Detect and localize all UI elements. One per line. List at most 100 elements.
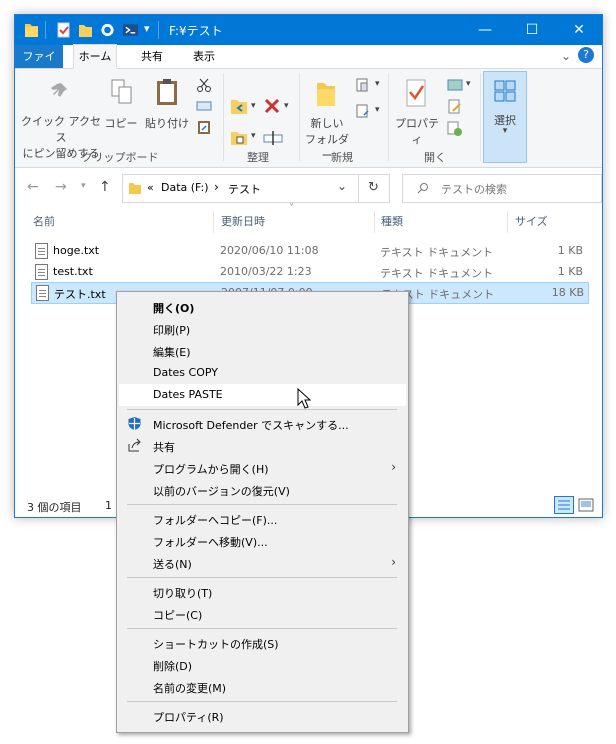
chevron-down-icon[interactable]: ⌄ (561, 49, 571, 63)
text-file-icon (35, 243, 48, 259)
quick-access-dropdown[interactable]: ▾ (144, 22, 150, 35)
up-arrow-icon[interactable]: ↑ (99, 179, 111, 195)
menu-item-label: 送る(N) (153, 558, 192, 571)
refresh-button[interactable]: ↻ (358, 174, 390, 203)
menu-item-move-to-folder[interactable]: フォルダーへ移動(V)... (119, 530, 406, 552)
maximize-button[interactable]: ☐ (509, 15, 555, 45)
tab-share[interactable]: 共有 (131, 45, 173, 68)
menu-item-print[interactable]: 印刷(P) (119, 318, 406, 340)
menu-item-label: 切り取り(T) (153, 587, 213, 600)
menu-item-open-with[interactable]: プログラムから開く(H) › (119, 457, 406, 479)
paste-shortcut-icon[interactable] (196, 119, 212, 135)
breadcrumb-drive[interactable]: Data (F:) (161, 181, 209, 194)
menu-item-share[interactable]: 共有 (119, 435, 406, 457)
details-view-icon[interactable] (554, 496, 574, 514)
menu-item-create-shortcut[interactable]: ショートカットの作成(S) (119, 632, 406, 654)
menu-item-send-to[interactable]: 送る(N) › (119, 552, 406, 574)
column-divider[interactable] (507, 211, 508, 233)
column-modified[interactable]: 更新日時 (221, 213, 265, 229)
menu-item-label: 共有 (153, 441, 175, 454)
minimize-button[interactable]: — (462, 15, 508, 45)
breadcrumb-folder[interactable]: テスト (228, 181, 261, 197)
copy-to-icon[interactable] (229, 129, 249, 147)
chevron-down-icon[interactable]: ▾ (251, 101, 256, 111)
open-icon[interactable] (447, 77, 465, 93)
copy-path-icon[interactable] (196, 99, 212, 113)
menu-item-restore-versions[interactable]: 以前のバージョンの復元(V) (119, 479, 406, 501)
text-file-icon (36, 285, 49, 301)
chevron-down-icon[interactable]: ▾ (284, 101, 289, 111)
tab-home[interactable]: ホーム (73, 44, 117, 69)
scissors-icon[interactable] (196, 77, 212, 93)
menu-separator (127, 504, 397, 505)
copy-icon (111, 79, 132, 104)
address-dropdown-icon[interactable]: ⌄ (337, 179, 347, 193)
menu-item-cut[interactable]: 切り取り(T) (119, 581, 406, 603)
menu-item-rename[interactable]: 名前の変更(M) (119, 676, 406, 698)
address-bar[interactable]: « Data (F:) › テスト ⌄ (122, 174, 359, 203)
search-placeholder: テストの検索 (441, 183, 507, 196)
tab-file[interactable]: ファイル (15, 45, 63, 86)
menu-item-label: コピー(C) (153, 609, 203, 622)
column-name[interactable]: 名前 (33, 213, 55, 229)
history-icon[interactable] (447, 121, 463, 137)
help-icon[interactable]: ? (578, 47, 594, 63)
new-folder-icon[interactable] (78, 22, 93, 38)
edit-icon[interactable] (447, 99, 463, 115)
properties-button[interactable]: プロパティ (392, 115, 442, 147)
menu-item-copy[interactable]: コピー(C) (119, 603, 406, 625)
chevron-down-icon: ▾ (502, 126, 508, 136)
chevron-down-icon[interactable]: ▾ (466, 79, 471, 89)
group-divider (223, 73, 224, 161)
copy-button[interactable]: コピー (103, 115, 139, 131)
table-row[interactable]: test.txt 2010/03/22 1:23 テキスト ドキュメント 1 K… (31, 262, 587, 282)
menu-item-label: 印刷(P) (153, 324, 191, 337)
folder-icon (129, 183, 141, 194)
properties-check-icon[interactable] (56, 22, 71, 38)
status-selected: 1 (105, 499, 112, 512)
group-open-label: 開く (424, 151, 446, 164)
sort-indicator-icon: ˅ (289, 203, 294, 214)
new-item-icon[interactable] (355, 77, 375, 95)
column-divider[interactable] (213, 211, 214, 233)
group-divider (299, 73, 300, 161)
menu-item-open[interactable]: 開く(O) (119, 296, 406, 318)
column-type[interactable]: 種類 (381, 213, 403, 229)
menu-separator (127, 577, 397, 578)
group-organize-label: 整理 (247, 151, 269, 164)
pin-icon (51, 83, 67, 97)
recent-dropdown-icon[interactable]: ▾ (81, 181, 86, 191)
table-row[interactable]: hoge.txt 2020/06/10 11:08 テキスト ドキュメント 1 … (31, 241, 587, 261)
chevron-down-icon[interactable]: ▾ (251, 131, 256, 141)
gear-icon[interactable] (100, 22, 115, 38)
menu-item-label: フォルダーへ移動(V)... (153, 536, 268, 549)
menu-item-dates-copy[interactable]: Dates COPY (119, 362, 406, 384)
powershell-icon[interactable] (123, 22, 138, 38)
tab-view[interactable]: 表示 (183, 45, 225, 68)
search-input[interactable]: テストの検索 (402, 174, 602, 203)
forward-arrow-icon[interactable]: → (55, 179, 67, 195)
menu-item-defender-scan[interactable]: Microsoft Defender でスキャンする... (119, 413, 406, 435)
paste-button[interactable]: 貼り付け (143, 115, 191, 131)
rename-icon[interactable] (263, 129, 283, 147)
delete-icon[interactable] (263, 97, 281, 115)
menu-item-edit[interactable]: 編集(E) (119, 340, 406, 362)
window-title: F:¥テスト (169, 24, 223, 38)
easy-access-icon[interactable] (355, 103, 375, 121)
group-divider (480, 73, 481, 161)
menu-item-dates-paste[interactable]: Dates PASTE (119, 384, 406, 406)
chevron-down-icon[interactable]: ▾ (375, 105, 380, 115)
column-size[interactable]: サイズ (515, 213, 548, 229)
select-button[interactable]: 選択 ▾ (483, 71, 527, 163)
group-new-label: 新規 (331, 151, 353, 164)
move-to-icon[interactable] (229, 97, 249, 117)
menu-item-copy-to-folder[interactable]: フォルダーへコピー(F)... (119, 508, 406, 530)
menu-item-delete[interactable]: 削除(D) (119, 654, 406, 676)
file-size: 1 KB (557, 265, 583, 278)
column-divider[interactable] (374, 211, 375, 233)
close-button[interactable]: ✕ (556, 15, 602, 45)
menu-item-properties[interactable]: プロパティ(R) (119, 705, 406, 727)
chevron-down-icon[interactable]: ▾ (375, 79, 380, 89)
back-arrow-icon[interactable]: ← (27, 179, 39, 195)
large-icons-view-icon[interactable] (576, 496, 596, 514)
